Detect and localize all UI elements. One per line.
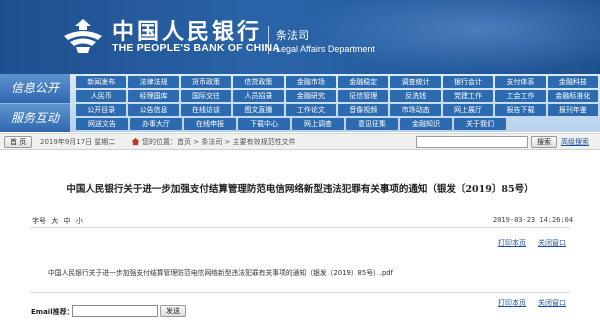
attachment-link[interactable]: 中国人民银行关于进一步加强支付结算管理防范电信网络新型违法犯罪有关事项的通知（银… xyxy=(48,267,393,277)
font-size-label: 字号 xyxy=(32,217,46,225)
nav-item[interactable]: 工会工作 xyxy=(495,90,546,102)
nav-item[interactable]: 市场动态 xyxy=(390,104,441,116)
nav-item[interactable]: 金融市场 xyxy=(285,76,337,88)
font-size-medium[interactable]: 中 xyxy=(63,217,70,225)
email-input[interactable] xyxy=(72,305,158,317)
nav-section-info-label: 信息公开 xyxy=(0,74,70,103)
nav-item[interactable]: 在线访谈 xyxy=(180,104,232,116)
nav-item[interactable]: 办事大厅 xyxy=(130,118,182,130)
nav-row: 新闻发布 法律法规 货币政策 信贷政策 金融市场 金融稳定 调查统计 银行会计 支付体系 金融科技 xyxy=(76,76,600,90)
department-english-name: Legal Affairs Department xyxy=(276,44,375,54)
header-banner: 中国人民银行 THE PEOPLE'S BANK OF CHINA 条法司 Le… xyxy=(0,0,600,74)
divider xyxy=(30,292,570,293)
nav-item[interactable]: 金融知识 xyxy=(400,118,452,130)
email-recommend-label: Email推荐： xyxy=(31,308,74,316)
nav-item[interactable]: 党建工作 xyxy=(442,90,494,102)
nav-item[interactable]: 工作论文 xyxy=(285,104,337,116)
nav-item[interactable]: 下载中心 xyxy=(238,118,290,130)
nav-item[interactable]: 人民币 xyxy=(76,90,127,102)
banner-glow xyxy=(300,0,600,74)
nav-item[interactable]: 调查统计 xyxy=(390,76,441,88)
nav-item[interactable]: 关于我们 xyxy=(454,118,506,130)
nav-item[interactable]: 网上展厅 xyxy=(442,104,494,116)
home-icon xyxy=(131,137,140,146)
article-title: 中国人民银行关于进一步加强支付结算管理防范电信网络新型违法犯罪有关事项的通知（银… xyxy=(66,184,534,195)
divider xyxy=(30,227,570,228)
nav-item[interactable]: 公开目录 xyxy=(76,104,127,116)
nav-item[interactable]: 反洗钱 xyxy=(390,90,441,102)
font-size-selector: 字号 大 中 小 xyxy=(32,216,83,226)
nav-grid: 新闻发布 法律法规 货币政策 信贷政策 金融市场 金融稳定 调查统计 银行会计 支付体系 金融科技… xyxy=(76,76,600,132)
font-size-small[interactable]: 小 xyxy=(76,217,83,225)
nav-item[interactable]: 公告信息 xyxy=(128,104,179,116)
nav-item[interactable]: 网上调查 xyxy=(292,118,344,130)
send-button[interactable]: 发送 xyxy=(160,305,186,317)
nav-item[interactable]: 人员招录 xyxy=(233,90,284,102)
logo-english-text: THE PEOPLE'S BANK OF CHINA xyxy=(112,42,281,54)
breadcrumb: 您的位置：首页 > 条法司 > 主要有效规范性文件 xyxy=(142,138,296,146)
home-button[interactable]: 首 页 xyxy=(4,136,33,148)
nav-row: 网送文告 办事大厅 在线申报 下载中心 网上调查 意见征集 金融知识 关于我们 xyxy=(76,118,600,132)
search-input[interactable] xyxy=(416,136,528,148)
nav-section-service-label: 服务互动 xyxy=(0,103,70,132)
nav-item[interactable]: 货币政策 xyxy=(180,76,232,88)
article-area: 中国人民银行关于进一步加强支付结算管理防范电信网络新型违法犯罪有关事项的通知（银… xyxy=(0,152,600,324)
print-page-link-bottom[interactable]: 打印本页 xyxy=(498,298,526,308)
nav-item[interactable]: 金融科技 xyxy=(547,76,599,88)
nav-item[interactable]: 金融研究 xyxy=(285,90,337,102)
nav-item[interactable]: 音像视频 xyxy=(338,104,389,116)
toolbar: 首 页 2019年9月17日 星期二 您的位置：首页 > 条法司 > 主要有效规… xyxy=(0,133,600,150)
nav-item[interactable]: 网送文告 xyxy=(76,118,128,130)
nav-item[interactable]: 信贷政策 xyxy=(233,76,284,88)
nav-item[interactable]: 经理国库 xyxy=(128,90,179,102)
nav-item[interactable]: 报告下载 xyxy=(495,104,546,116)
nav-item[interactable]: 国际交往 xyxy=(180,90,232,102)
close-window-link-bottom[interactable]: 关闭窗口 xyxy=(538,298,566,308)
nav-item[interactable]: 法律法规 xyxy=(128,76,179,88)
nav-item[interactable]: 征信管理 xyxy=(338,90,389,102)
nav-row: 公开目录 公告信息 在线访谈 图文直播 工作论文 音像视频 市场动态 网上展厅 报告下载 报刊年鉴 xyxy=(76,104,600,118)
advanced-search-link[interactable]: 高级搜索 xyxy=(561,137,589,147)
search-button[interactable]: 搜索 xyxy=(531,136,557,148)
nav-item[interactable]: 金融标准化 xyxy=(547,90,599,102)
nav-row: 人民币 经理国库 国际交往 人员招录 金融研究 征信管理 反洗钱 党建工作 工会工作 金融标准化 xyxy=(76,90,600,104)
article-date: 2019-03-23 14:26:04 xyxy=(493,216,574,224)
nav-item[interactable]: 报刊年鉴 xyxy=(547,104,599,116)
banner-divider xyxy=(268,26,269,54)
nav-item[interactable]: 新闻发布 xyxy=(76,76,127,88)
close-window-link[interactable]: 关闭窗口 xyxy=(538,238,566,248)
pboc-emblem-icon xyxy=(64,19,102,53)
nav-item[interactable]: 在线申报 xyxy=(184,118,236,130)
nav-item[interactable]: 意见征集 xyxy=(346,118,398,130)
main-navigation: 信息公开 服务互动 新闻发布 法律法规 货币政策 信贷政策 金融市场 金融稳定 调查统计 银行… xyxy=(0,74,600,132)
font-size-large[interactable]: 大 xyxy=(51,217,58,225)
nav-item[interactable]: 银行会计 xyxy=(442,76,494,88)
nav-item[interactable]: 金融稳定 xyxy=(338,76,389,88)
nav-item[interactable]: 图文直播 xyxy=(233,104,284,116)
current-date: 2019年9月17日 星期二 xyxy=(40,138,116,146)
print-page-link[interactable]: 打印本页 xyxy=(498,238,526,248)
department-chinese-name: 条法司 xyxy=(276,29,309,42)
nav-item[interactable]: 支付体系 xyxy=(495,76,546,88)
